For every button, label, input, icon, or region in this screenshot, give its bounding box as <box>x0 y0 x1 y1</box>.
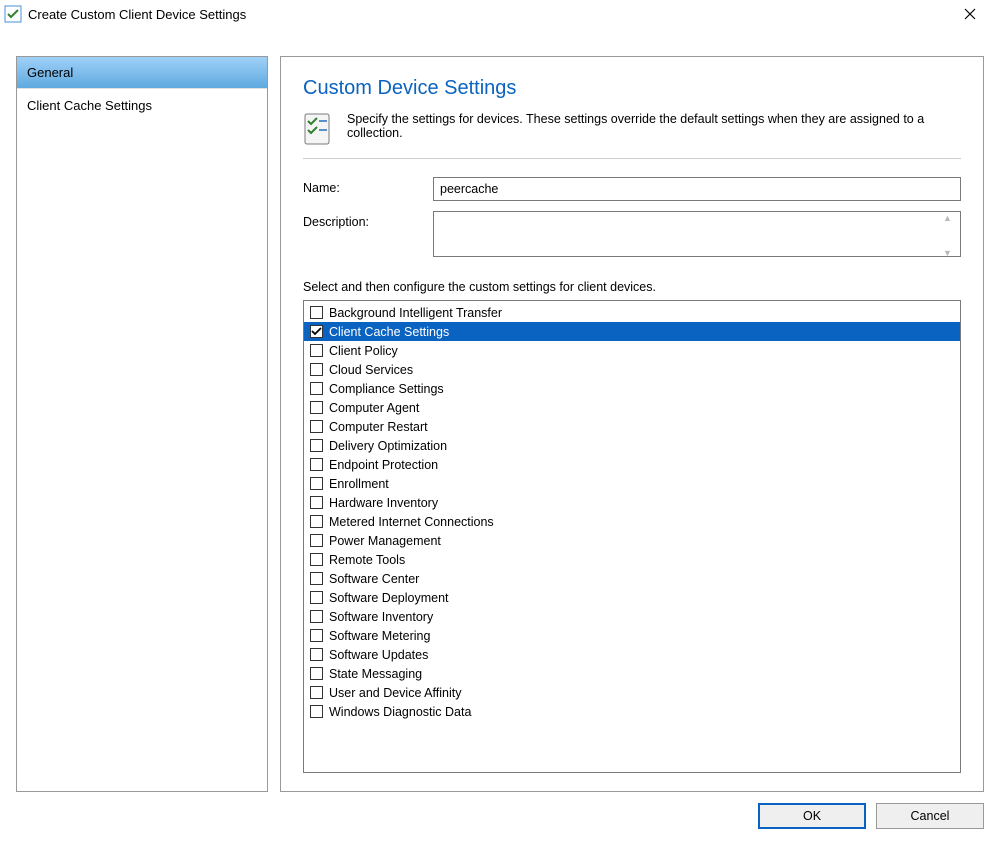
window-title: Create Custom Client Device Settings <box>28 7 948 22</box>
checkbox[interactable] <box>310 325 323 338</box>
nav-item-client-cache-settings[interactable]: Client Cache Settings <box>17 89 267 121</box>
option-compliance-settings[interactable]: Compliance Settings <box>304 379 960 398</box>
checkbox[interactable] <box>310 667 323 680</box>
option-remote-tools[interactable]: Remote Tools <box>304 550 960 569</box>
option-label: Software Metering <box>329 629 430 643</box>
option-label: Computer Restart <box>329 420 428 434</box>
option-state-messaging[interactable]: State Messaging <box>304 664 960 683</box>
checkbox[interactable] <box>310 629 323 642</box>
checkbox[interactable] <box>310 515 323 528</box>
option-label: User and Device Affinity <box>329 686 461 700</box>
titlebar: Create Custom Client Device Settings <box>0 0 1000 28</box>
checkbox[interactable] <box>310 591 323 604</box>
option-endpoint-protection[interactable]: Endpoint Protection <box>304 455 960 474</box>
dialog-footer: OK Cancel <box>16 800 984 832</box>
checkbox[interactable] <box>310 363 323 376</box>
option-enrollment[interactable]: Enrollment <box>304 474 960 493</box>
option-label: Cloud Services <box>329 363 413 377</box>
option-software-metering[interactable]: Software Metering <box>304 626 960 645</box>
option-computer-restart[interactable]: Computer Restart <box>304 417 960 436</box>
checkbox[interactable] <box>310 648 323 661</box>
intro-row: Specify the settings for devices. These … <box>303 112 961 146</box>
option-label: Enrollment <box>329 477 389 491</box>
content-panel: Custom Device Settings Specify the setti… <box>280 56 984 792</box>
option-label: Windows Diagnostic Data <box>329 705 471 719</box>
option-label: Software Inventory <box>329 610 433 624</box>
option-software-deployment[interactable]: Software Deployment <box>304 588 960 607</box>
option-label: Delivery Optimization <box>329 439 447 453</box>
option-power-management[interactable]: Power Management <box>304 531 960 550</box>
nav-sidebar: GeneralClient Cache Settings <box>16 56 268 792</box>
option-label: Remote Tools <box>329 553 405 567</box>
option-computer-agent[interactable]: Computer Agent <box>304 398 960 417</box>
dialog-body: GeneralClient Cache Settings Custom Devi… <box>0 28 1000 842</box>
name-row: Name: <box>303 177 961 201</box>
option-client-policy[interactable]: Client Policy <box>304 341 960 360</box>
settings-icon <box>303 112 337 146</box>
settings-listbox[interactable]: Background Intelligent Transfer Client Ca… <box>303 300 961 773</box>
option-label: Hardware Inventory <box>329 496 438 510</box>
option-label: Software Deployment <box>329 591 449 605</box>
option-label: Metered Internet Connections <box>329 515 494 529</box>
option-windows-diagnostic-data[interactable]: Windows Diagnostic Data <box>304 702 960 721</box>
option-label: Software Updates <box>329 648 428 662</box>
settings-list-label: Select and then configure the custom set… <box>303 280 961 294</box>
option-background-intelligent-transfer[interactable]: Background Intelligent Transfer <box>304 303 960 322</box>
checkbox[interactable] <box>310 420 323 433</box>
option-cloud-services[interactable]: Cloud Services <box>304 360 960 379</box>
checkbox[interactable] <box>310 344 323 357</box>
option-label: State Messaging <box>329 667 422 681</box>
page-heading: Custom Device Settings <box>303 77 961 100</box>
option-hardware-inventory[interactable]: Hardware Inventory <box>304 493 960 512</box>
option-metered-internet-connections[interactable]: Metered Internet Connections <box>304 512 960 531</box>
checkbox[interactable] <box>310 686 323 699</box>
intro-text: Specify the settings for devices. These … <box>347 112 961 140</box>
divider <box>303 158 961 159</box>
checkbox[interactable] <box>310 306 323 319</box>
checkbox[interactable] <box>310 458 323 471</box>
checkbox[interactable] <box>310 477 323 490</box>
name-input[interactable] <box>433 177 961 201</box>
option-label: Background Intelligent Transfer <box>329 306 502 320</box>
option-software-updates[interactable]: Software Updates <box>304 645 960 664</box>
option-label: Compliance Settings <box>329 382 444 396</box>
description-input[interactable] <box>433 211 961 257</box>
close-button[interactable] <box>948 3 992 25</box>
checkbox[interactable] <box>310 572 323 585</box>
checkbox[interactable] <box>310 553 323 566</box>
option-delivery-optimization[interactable]: Delivery Optimization <box>304 436 960 455</box>
checkbox[interactable] <box>310 496 323 509</box>
option-label: Computer Agent <box>329 401 419 415</box>
nav-item-general[interactable]: General <box>17 57 267 89</box>
option-label: Client Cache Settings <box>329 325 449 339</box>
close-icon <box>964 8 976 20</box>
option-software-center[interactable]: Software Center <box>304 569 960 588</box>
description-label: Description: <box>303 211 433 229</box>
app-icon <box>4 5 22 23</box>
option-user-and-device-affinity[interactable]: User and Device Affinity <box>304 683 960 702</box>
option-label: Software Center <box>329 572 419 586</box>
option-label: Client Policy <box>329 344 398 358</box>
cancel-button[interactable]: Cancel <box>876 803 984 829</box>
checkbox[interactable] <box>310 382 323 395</box>
checkbox[interactable] <box>310 401 323 414</box>
description-row: Description: ▲ ▼ <box>303 211 961 260</box>
checkbox[interactable] <box>310 705 323 718</box>
option-software-inventory[interactable]: Software Inventory <box>304 607 960 626</box>
checkbox[interactable] <box>310 610 323 623</box>
option-label: Endpoint Protection <box>329 458 438 472</box>
option-label: Power Management <box>329 534 441 548</box>
ok-button[interactable]: OK <box>758 803 866 829</box>
name-label: Name: <box>303 177 433 195</box>
checkbox[interactable] <box>310 534 323 547</box>
option-client-cache-settings[interactable]: Client Cache Settings <box>304 322 960 341</box>
checkbox[interactable] <box>310 439 323 452</box>
